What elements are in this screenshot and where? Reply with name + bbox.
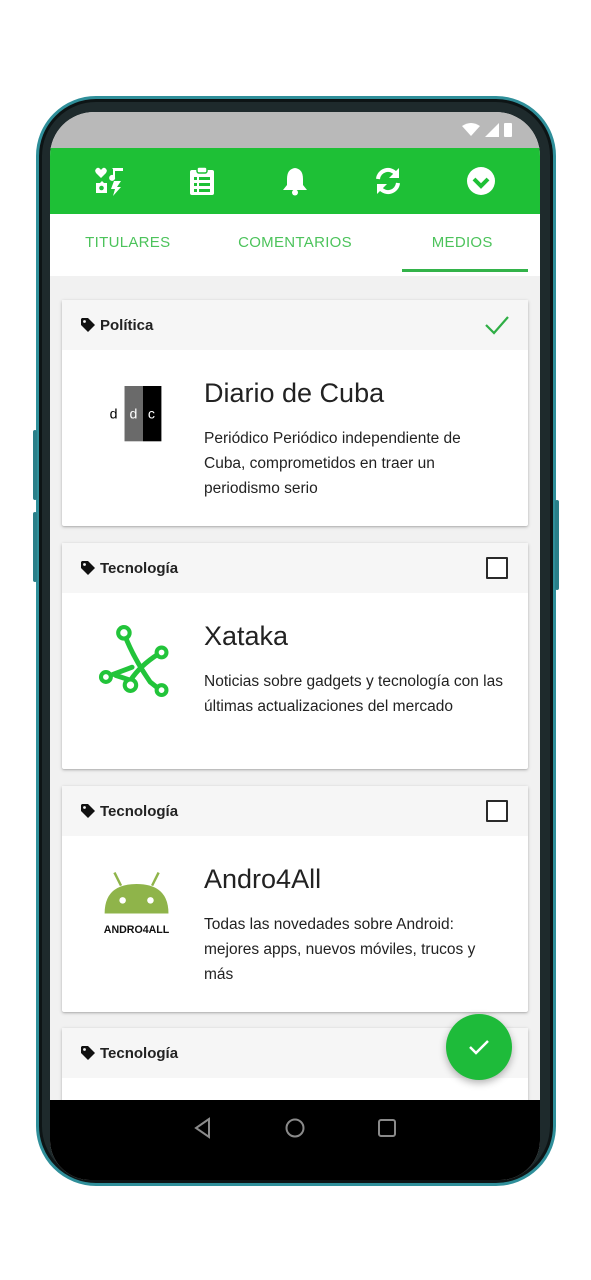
bell-icon[interactable]	[277, 163, 313, 199]
card-header: Tecnología	[62, 786, 528, 836]
tag-icon	[81, 318, 95, 332]
card-header: Política	[62, 300, 528, 350]
media-description: Noticias sobre gadgets y tecnología con …	[204, 673, 503, 715]
tab-comentarios[interactable]: COMENTARIOS	[206, 214, 385, 276]
xataka-logo	[98, 625, 169, 698]
recents-icon[interactable]	[375, 1116, 399, 1140]
category-label: Política	[100, 316, 154, 334]
media-list: Política d d c Diario de Cuba Periódico …	[50, 276, 540, 1100]
app-toolbar	[50, 148, 540, 214]
signal-icon	[485, 123, 499, 137]
media-description: Periódico Periódico independiente de Cub…	[204, 430, 461, 497]
categories-icon[interactable]	[91, 163, 127, 199]
media-title: Xataka	[204, 621, 289, 651]
select-checkbox[interactable]	[486, 800, 508, 822]
clipboard-icon[interactable]	[184, 163, 220, 199]
media-card-andro4all[interactable]: Tecnología ANDRO4ALL Andro4All Todas las…	[62, 786, 528, 1012]
check-circle-icon[interactable]	[463, 163, 499, 199]
home-icon[interactable]	[283, 1116, 307, 1140]
media-description: Todas las novedades sobre Android: mejor…	[204, 916, 476, 983]
svg-text:d: d	[129, 407, 137, 423]
tag-icon	[81, 1046, 95, 1060]
andro4all-logo-text: ANDRO4ALL	[104, 924, 170, 936]
check-icon	[469, 1040, 489, 1055]
back-icon[interactable]	[191, 1116, 215, 1140]
media-title: Andro4All	[204, 864, 322, 894]
category-label: Tecnología	[100, 1044, 179, 1062]
phone-side-button	[33, 430, 37, 500]
tab-medios[interactable]: MEDIOS	[384, 214, 540, 276]
svg-text:d: d	[110, 407, 118, 423]
tag-icon	[81, 561, 95, 575]
tab-titulares[interactable]: TITULARES	[50, 214, 206, 276]
media-card-xataka[interactable]: Tecnología Xataka Noticias sobre gadgets…	[62, 543, 528, 769]
card-header: Tecnología	[62, 543, 528, 593]
andro4all-logo: ANDRO4ALL	[104, 871, 170, 936]
battery-icon	[504, 123, 512, 137]
ddc-logo: d d c	[110, 386, 162, 442]
selected-check-icon[interactable]	[484, 314, 510, 336]
status-bar	[50, 112, 540, 148]
tab-bar: TITULARES COMENTARIOS MEDIOS	[50, 214, 540, 276]
sync-icon[interactable]	[370, 163, 406, 199]
category-label: Tecnología	[100, 802, 179, 820]
category-label: Tecnología	[100, 559, 179, 577]
select-checkbox[interactable]	[486, 557, 508, 579]
media-card-diario-de-cuba[interactable]: Política d d c Diario de Cuba Periódico …	[62, 300, 528, 526]
system-nav-bar	[50, 1100, 540, 1180]
phone-side-button	[555, 500, 559, 590]
svg-text:c: c	[148, 407, 155, 423]
wifi-icon	[462, 123, 480, 136]
tag-icon	[81, 804, 95, 818]
confirm-fab-button[interactable]	[446, 1014, 512, 1080]
phone-screen: TITULARES COMENTARIOS MEDIOS Política d …	[50, 112, 540, 1180]
phone-side-button	[33, 512, 37, 582]
media-title: Diario de Cuba	[204, 378, 385, 408]
